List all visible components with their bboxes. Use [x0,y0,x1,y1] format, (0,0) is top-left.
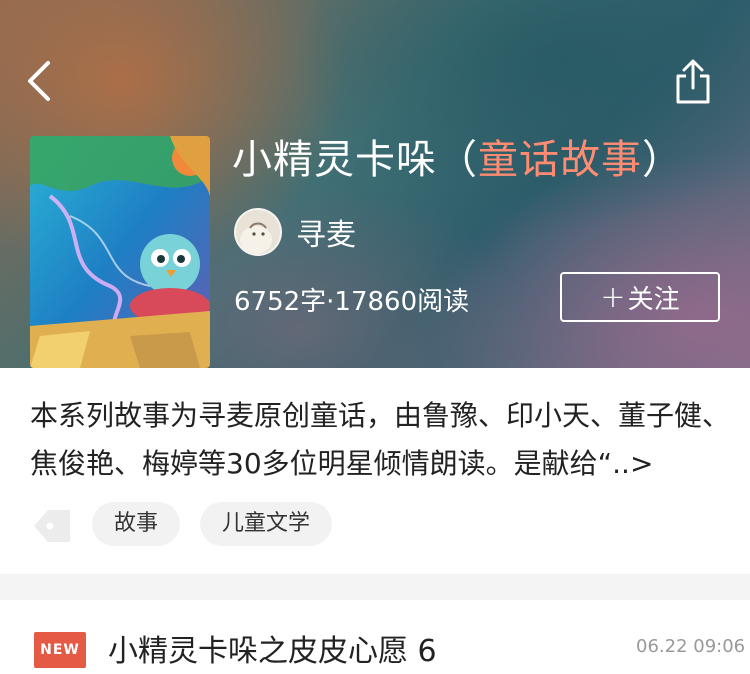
new-badge: NEW [34,632,86,668]
back-button[interactable] [22,58,62,104]
share-icon [676,59,710,104]
plus-icon: + [600,279,626,315]
album-category: 童话故事 [478,137,642,183]
episode-timestamp: 06.22 09:06 [636,636,746,657]
episode-title[interactable]: 小精灵卡哚之皮皮心愿 6 [108,630,437,674]
album-stats: 6752字·17860阅读 [234,287,470,317]
album-title-main: 小精灵卡哚（ [232,137,478,183]
description-expand[interactable]: ..> [612,447,653,480]
author-avatar[interactable] [234,208,282,256]
album-title-end: ） [642,137,683,183]
section-divider [0,574,750,600]
share-button[interactable] [672,58,714,108]
album-description[interactable]: 本系列故事为寻麦原创童话，由鲁豫、印小天、董子健、焦俊艳、梅婷等30多位明星倾情… [30,392,730,488]
chevron-left-icon [28,61,50,101]
follow-label: 关注 [627,284,680,315]
tag-item[interactable]: 儿童文学 [200,502,333,546]
album-title: 小精灵卡哚（童话故事） [232,134,732,186]
follow-button[interactable]: + 关注 [560,272,720,322]
author-name[interactable]: 寻麦 [296,216,356,256]
tag-item[interactable]: 故事 [92,502,181,546]
tag-icon [30,506,74,546]
avatar-image [236,210,280,254]
cover-illustration [30,136,210,368]
album-cover-image[interactable] [30,136,210,368]
